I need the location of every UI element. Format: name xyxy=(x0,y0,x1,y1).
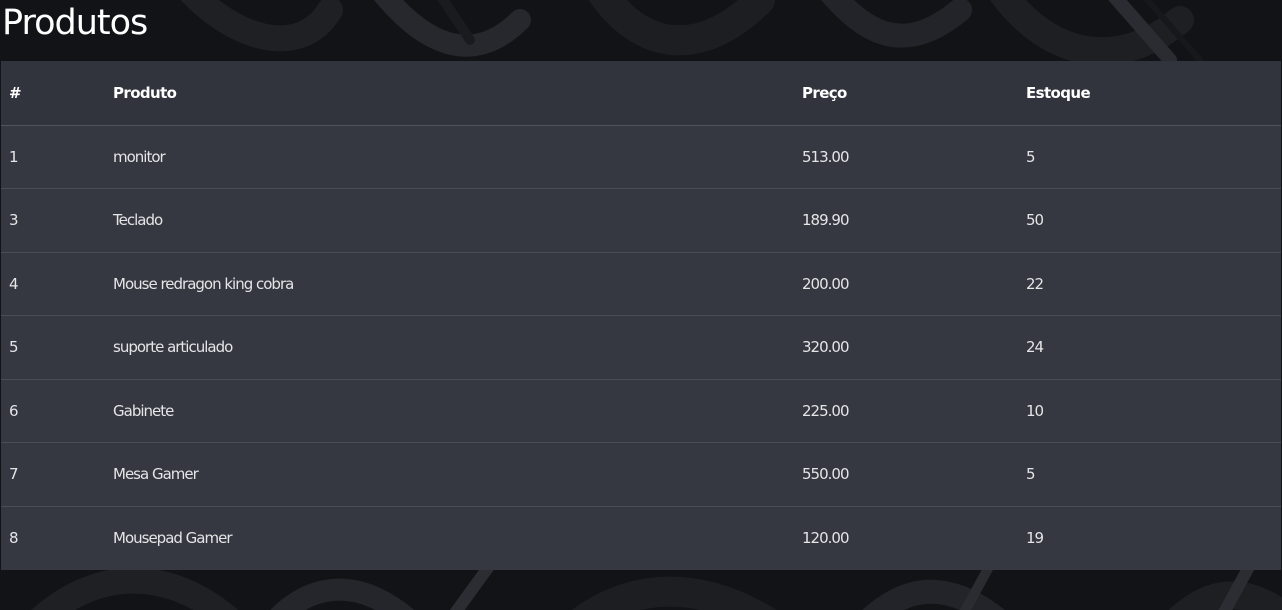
table-row: 6 Gabinete 225.00 10 xyxy=(1,379,1281,443)
cell-id: 7 xyxy=(9,465,19,484)
cell-estoque: 5 xyxy=(1026,147,1036,166)
table-row: 7 Mesa Gamer 550.00 5 xyxy=(1,442,1281,506)
cell-estoque: 50 xyxy=(1026,211,1044,230)
table-body: 1 monitor 513.00 5 3 Teclado 189.90 50 4… xyxy=(1,125,1281,570)
column-header-produto: Produto xyxy=(105,61,794,126)
table-header-row: # Produto Preço Estoque xyxy=(1,61,1281,126)
table-row: 8 Mousepad Gamer 120.00 19 xyxy=(1,506,1281,570)
cell-id: 5 xyxy=(9,338,19,357)
table-row: 5 suporte articulado 320.00 24 xyxy=(1,315,1281,379)
cell-estoque: 22 xyxy=(1026,274,1044,293)
cell-produto: Mouse redragon king cobra xyxy=(113,274,294,293)
cell-preco: 513.00 xyxy=(802,147,850,166)
table-row: 1 monitor 513.00 5 xyxy=(1,125,1281,189)
cell-estoque: 24 xyxy=(1026,338,1044,357)
cell-preco: 225.00 xyxy=(802,401,850,420)
column-header-id: # xyxy=(1,61,105,126)
cell-estoque: 19 xyxy=(1026,529,1044,547)
cell-preco: 550.00 xyxy=(802,465,850,484)
cell-id: 1 xyxy=(9,147,19,166)
cell-id: 4 xyxy=(9,274,19,293)
table-row: 3 Teclado 189.90 50 xyxy=(1,188,1281,252)
page-title: Produtos xyxy=(2,3,148,43)
cell-preco: 189.90 xyxy=(802,211,850,230)
column-header-estoque: Estoque xyxy=(1018,61,1281,126)
cell-id: 3 xyxy=(9,211,19,230)
cell-produto: Teclado xyxy=(113,211,163,230)
cell-produto: Mousepad Gamer xyxy=(113,529,233,547)
products-table-container: # Produto Preço Estoque 1 monitor 513.00… xyxy=(1,61,1281,570)
table-header: # Produto Preço Estoque xyxy=(1,61,1281,126)
cell-id: 8 xyxy=(9,529,19,547)
cell-produto: suporte articulado xyxy=(113,338,233,357)
cell-estoque: 10 xyxy=(1026,401,1044,420)
products-table: # Produto Preço Estoque 1 monitor 513.00… xyxy=(1,61,1281,570)
cell-preco: 320.00 xyxy=(802,338,850,357)
cell-produto: monitor xyxy=(113,147,166,166)
cell-produto: Mesa Gamer xyxy=(113,465,199,484)
cell-produto: Gabinete xyxy=(113,401,174,420)
cell-preco: 200.00 xyxy=(802,274,850,293)
table-row: 4 Mouse redragon king cobra 200.00 22 xyxy=(1,252,1281,316)
cell-preco: 120.00 xyxy=(802,529,850,547)
cell-id: 6 xyxy=(9,401,19,420)
column-header-preco: Preço xyxy=(794,61,1018,126)
cell-estoque: 5 xyxy=(1026,465,1036,484)
